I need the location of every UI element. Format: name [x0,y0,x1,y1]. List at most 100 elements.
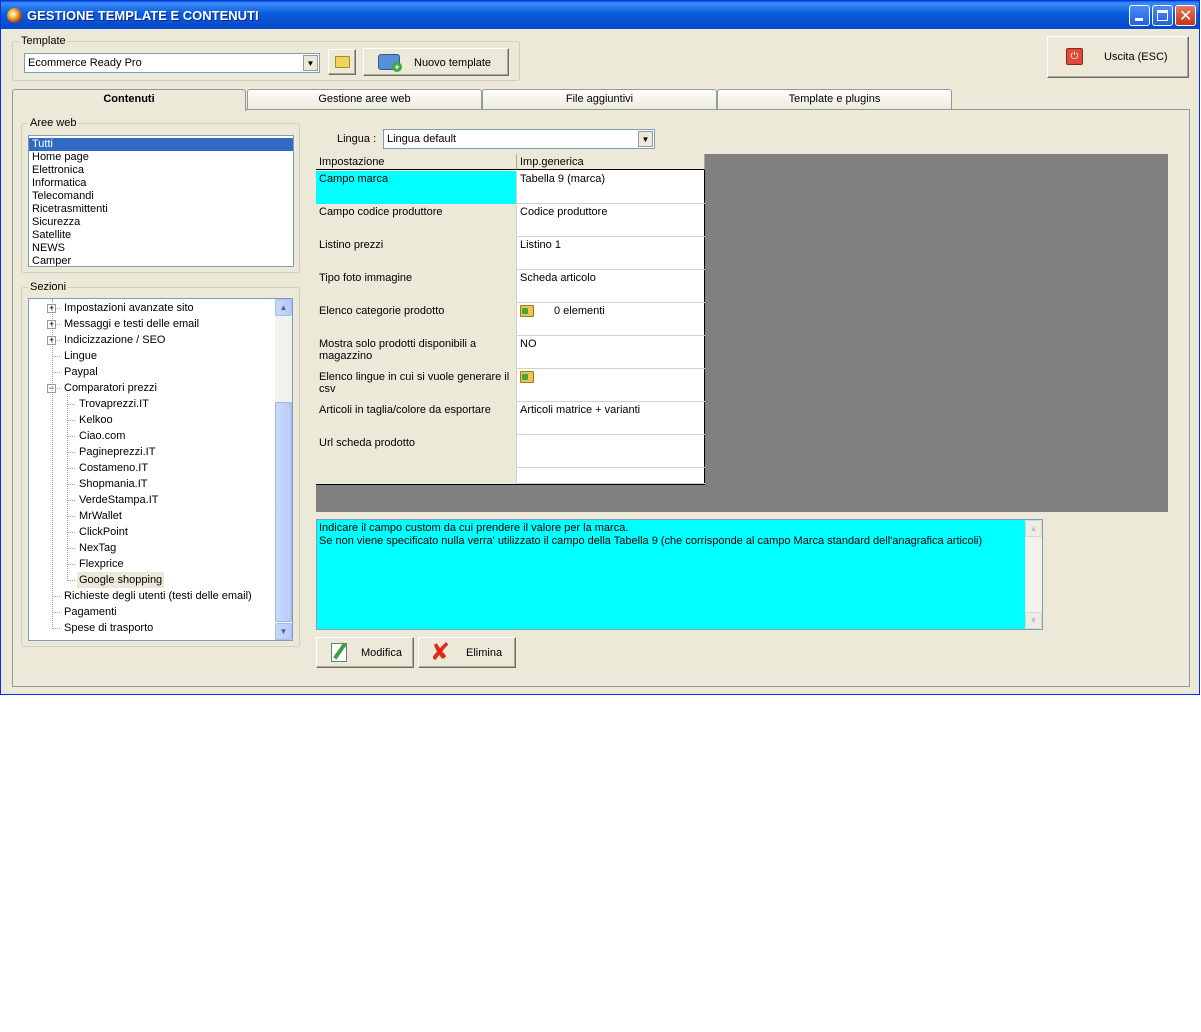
setting-name-cell[interactable]: Elenco lingue in cui si vuole generare i… [316,369,517,402]
tree-node[interactable]: Shopmania.IT [77,476,149,492]
setting-name-cell[interactable]: Tipo foto immagine [316,270,517,303]
scroll-thumb[interactable] [275,402,292,622]
scroll-down-icon[interactable]: ▼ [275,623,292,640]
scroll-down-icon[interactable]: ▼ [1025,612,1042,629]
tree-node[interactable]: Costameno.IT [77,460,150,476]
tree-scrollbar[interactable]: ▲ ▼ [275,299,292,640]
close-button[interactable]: ✕ [1175,5,1196,26]
tree-node[interactable]: Google shopping [77,572,165,588]
description-box[interactable]: Indicare il campo custom da cui prendere… [316,519,1043,630]
table-row[interactable]: Campo marca Tabella 9 (marca) [316,171,705,204]
table-row[interactable]: Tipo foto immagine Scheda articolo [316,270,705,303]
setting-name-cell[interactable]: Campo marca [316,171,517,204]
lingua-label: Lingua : [337,133,377,145]
tree-node[interactable]: Pagineprezzi.IT [77,444,157,460]
table-row[interactable]: Url scheda prodotto [316,435,705,468]
table-row[interactable]: Elenco lingue in cui si vuole generare i… [316,369,705,402]
app-icon [7,8,22,23]
setting-name-cell[interactable]: Mostra solo prodotti disponibili a magaz… [316,336,517,369]
tab-gestione-aree-web[interactable]: Gestione aree web [247,89,482,110]
setting-name-cell[interactable]: Articoli in taglia/colore da esportare [316,402,517,435]
tree-node[interactable]: Indicizzazione / SEO [62,332,168,348]
tree-node[interactable]: NexTag [77,540,118,556]
table-row[interactable]: Mostra solo prodotti disponibili a magaz… [316,336,705,369]
template-select[interactable]: Ecommerce Ready Pro ▼ [24,53,320,73]
setting-value-cell[interactable]: Listino 1 [517,237,705,270]
table-row[interactable]: Elenco categorie prodotto 0 elementi [316,303,705,336]
list-item[interactable]: Home page [29,151,293,164]
setting-value-cell[interactable]: NO [517,336,705,369]
open-folder-button[interactable] [328,49,356,75]
scroll-up-icon[interactable]: ▲ [1025,520,1042,537]
tree-connector [67,548,75,549]
tree-node[interactable]: MrWallet [77,508,124,524]
tree-node[interactable]: Spese di trasporto [62,620,155,636]
tree-node[interactable]: Kelkoo [77,412,115,428]
tree-node[interactable]: Pagamenti [62,604,119,620]
setting-name-cell[interactable]: Listino prezzi [316,237,517,270]
tree-connector [52,372,60,373]
lingua-select-value: Lingua default [387,133,457,145]
table-row[interactable]: Listino prezzi Listino 1 [316,237,705,270]
tree-node[interactable]: Impostazioni avanzate sito [62,300,196,316]
setting-value-cell[interactable] [517,435,705,468]
lingua-select[interactable]: Lingua default ▼ [383,129,655,149]
modify-button[interactable]: Modifica [316,637,414,668]
main-window: GESTIONE TEMPLATE E CONTENUTI ✕ Template… [0,0,1200,695]
list-item[interactable]: Sicurezza [29,216,293,229]
column-header[interactable]: Imp.generica [517,154,705,170]
tree-node[interactable]: Trovaprezzi.IT [77,396,151,412]
list-item[interactable]: Camper [29,255,293,266]
folder-icon[interactable] [520,305,534,317]
scroll-up-icon[interactable]: ▲ [275,299,292,316]
tree-node[interactable]: Lingue [62,348,99,364]
maximize-button[interactable] [1152,5,1173,26]
tab-file-aggiuntivi[interactable]: File aggiuntivi [482,89,717,110]
setting-value-cell[interactable]: Codice produttore [517,204,705,237]
setting-name-cell [316,468,517,484]
modify-label: Modifica [361,647,402,659]
table-row[interactable]: Articoli in taglia/colore da esportare Ar… [316,402,705,435]
tree-node[interactable]: Flexprice [77,556,126,572]
setting-value-cell[interactable]: 0 elementi [517,303,705,336]
setting-value-cell[interactable]: Scheda articolo [517,270,705,303]
folder-icon[interactable] [520,371,534,383]
delete-button[interactable]: ✘ Elimina [418,637,516,668]
sezioni-tree[interactable]: ▲ ▼ + Impostazioni avanzate sito + Messaggi… [28,298,293,641]
tree-node[interactable]: Richieste degli utenti (testi delle emai… [62,588,254,604]
column-header[interactable]: Impostazione [316,154,517,170]
setting-value-cell[interactable]: Articoli matrice + varianti [517,402,705,435]
tree-node[interactable]: VerdeStampa.IT [77,492,161,508]
tab-template-plugins[interactable]: Template e plugins [717,89,952,110]
list-item[interactable]: Telecomandi [29,190,293,203]
list-item[interactable]: Elettronica [29,164,293,177]
exit-button[interactable]: ⏻ Uscita (ESC) [1047,36,1189,78]
list-item[interactable]: NEWS [29,242,293,255]
list-item[interactable]: Informatica [29,177,293,190]
settings-grid: Impostazione Imp.generica Campo marca Tab… [316,154,705,485]
description-scrollbar[interactable]: ▲ ▼ [1025,520,1042,629]
table-row[interactable]: Campo codice produttore Codice produttore [316,204,705,237]
tree-node[interactable]: ClickPoint [77,524,130,540]
setting-name-cell[interactable]: Elenco categorie prodotto [316,303,517,336]
setting-name-cell[interactable]: Url scheda prodotto [316,435,517,468]
chevron-down-icon[interactable]: ▼ [303,55,318,71]
list-item[interactable]: Ricetrasmittenti [29,203,293,216]
chevron-down-icon[interactable]: ▼ [638,131,653,147]
delete-x-icon: ✘ [430,638,451,666]
description-line-1: Indicare il campo custom da cui prendere… [319,522,629,534]
tree-node[interactable]: Comparatori prezzi [62,380,159,396]
minimize-button[interactable] [1129,5,1150,26]
list-item[interactable]: Satellite [29,229,293,242]
list-item[interactable]: Tutti [29,138,293,151]
new-template-button[interactable]: + Nuovo template [363,48,509,76]
tree-node[interactable]: Ciao.com [77,428,127,444]
tree-node[interactable]: Messaggi e testi delle email [62,316,201,332]
setting-name-cell[interactable]: Campo codice produttore [316,204,517,237]
template-select-value: Ecommerce Ready Pro [28,57,142,69]
tree-node[interactable]: Paypal [62,364,100,380]
setting-value-cell[interactable] [517,369,705,402]
aree-web-list[interactable]: Tutti Home page Elettronica Informatica … [28,135,294,267]
tab-contenuti[interactable]: Contenuti [12,89,246,111]
setting-value-cell[interactable]: Tabella 9 (marca) [517,171,705,204]
